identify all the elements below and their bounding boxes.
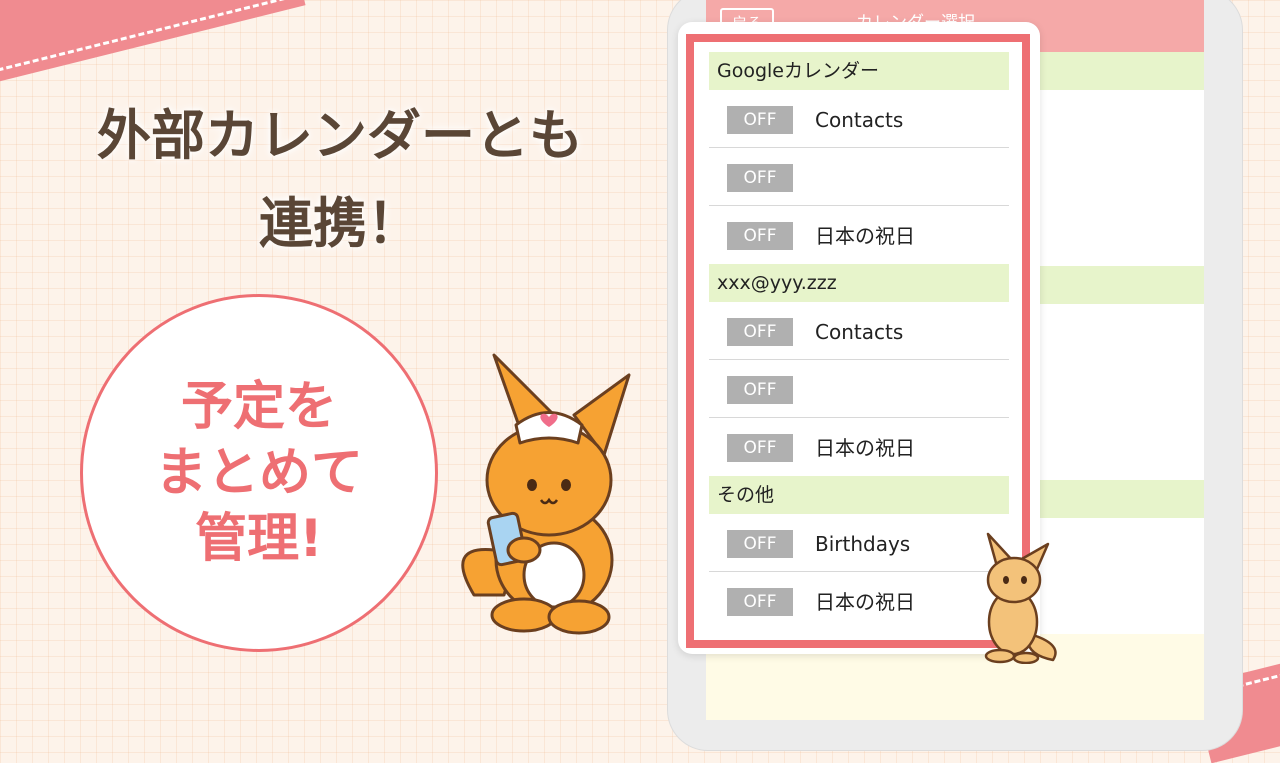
decorative-ribbon-top-left [0, 0, 306, 93]
calendar-name: Contacts [815, 320, 904, 344]
calendar-toggle[interactable]: OFF [727, 588, 793, 616]
list-item: OFF [709, 360, 1009, 418]
calendar-toggle[interactable]: OFF [727, 530, 793, 558]
section-header-google: Googleカレンダー [709, 52, 1009, 90]
list-item: OFF Birthdays [709, 514, 1009, 572]
list-item: OFF [709, 148, 1009, 206]
promo-headline-line1: 外部カレンダーとも [97, 104, 583, 167]
kangaroo-mascot-icon [461, 353, 631, 635]
calendar-toggle[interactable]: OFF [727, 318, 793, 346]
calendar-name: 日本の祝日 [815, 436, 915, 460]
list-item: OFF Contacts [709, 90, 1009, 148]
calendar-toggle[interactable]: OFF [727, 164, 793, 192]
list-item: OFF 日本の祝日 [709, 418, 1009, 476]
section-header-account: xxx@yyy.zzz [709, 264, 1009, 302]
calendar-name: 日本の祝日 [815, 590, 915, 614]
small-kangaroo-icon [984, 532, 1057, 664]
calendar-toggle[interactable]: OFF [727, 434, 793, 462]
calendar-name: Birthdays [815, 532, 911, 556]
calendar-toggle[interactable]: OFF [727, 376, 793, 404]
list-item: OFF 日本の祝日 [709, 572, 1009, 630]
circle-text-line2: まとめて [154, 443, 363, 503]
calendar-name: Contacts [815, 108, 904, 132]
circle-text-line3: 管理! [195, 509, 323, 569]
list-item: OFF 日本の祝日 [709, 206, 1009, 264]
calendar-list: Googleカレンダー OFF Contacts OFF OFF 日本の祝日 x… [709, 52, 1009, 630]
calendar-toggle[interactable]: OFF [727, 222, 793, 250]
promo-headline: 外部カレンダーとも 連携！ [60, 92, 620, 268]
calendar-name: 日本の祝日 [815, 224, 915, 248]
section-header-other: その他 [709, 476, 1009, 514]
circle-text-line1: 予定を [180, 377, 337, 437]
promo-circle-badge: 予定を まとめて 管理! [80, 294, 438, 652]
promo-headline-line2: 連携！ [259, 192, 421, 255]
calendar-toggle[interactable]: OFF [727, 106, 793, 134]
list-item: OFF Contacts [709, 302, 1009, 360]
